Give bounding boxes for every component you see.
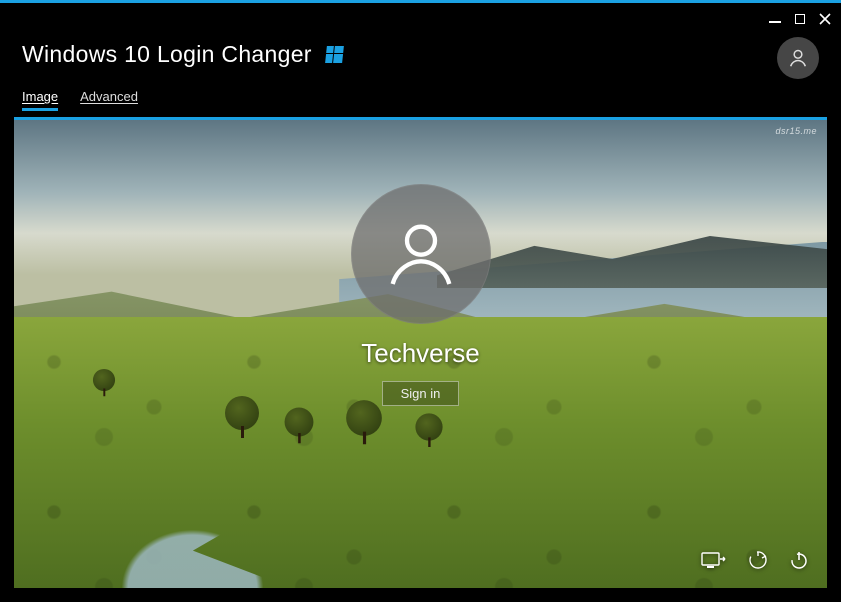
- user-icon: [787, 47, 809, 69]
- user-icon: [381, 214, 461, 294]
- tab-image[interactable]: Image: [22, 89, 58, 111]
- preview-avatar: [351, 184, 491, 324]
- header-profile-button[interactable]: [777, 37, 819, 79]
- maximize-button[interactable]: [795, 14, 805, 24]
- app-header: Windows 10 Login Changer: [0, 29, 841, 83]
- app-window: Windows 10 Login Changer Image Advanced: [0, 0, 841, 602]
- ease-of-access-icon[interactable]: [747, 549, 769, 576]
- tab-advanced[interactable]: Advanced: [80, 89, 138, 111]
- minimize-button[interactable]: [769, 21, 781, 23]
- sign-in-button[interactable]: Sign in: [382, 381, 460, 406]
- app-title: Windows 10 Login Changer: [22, 41, 312, 68]
- preview-username: Techverse: [361, 338, 480, 369]
- windows-logo-icon: [325, 46, 344, 63]
- network-icon[interactable]: [701, 550, 727, 575]
- power-icon[interactable]: [789, 550, 809, 575]
- login-preview: dsr15.me Techverse Sign in: [14, 117, 827, 588]
- tab-bar: Image Advanced: [0, 83, 841, 111]
- close-button[interactable]: [819, 13, 831, 25]
- login-overlay: Techverse Sign in: [14, 120, 827, 588]
- corner-icon-tray: [701, 549, 809, 576]
